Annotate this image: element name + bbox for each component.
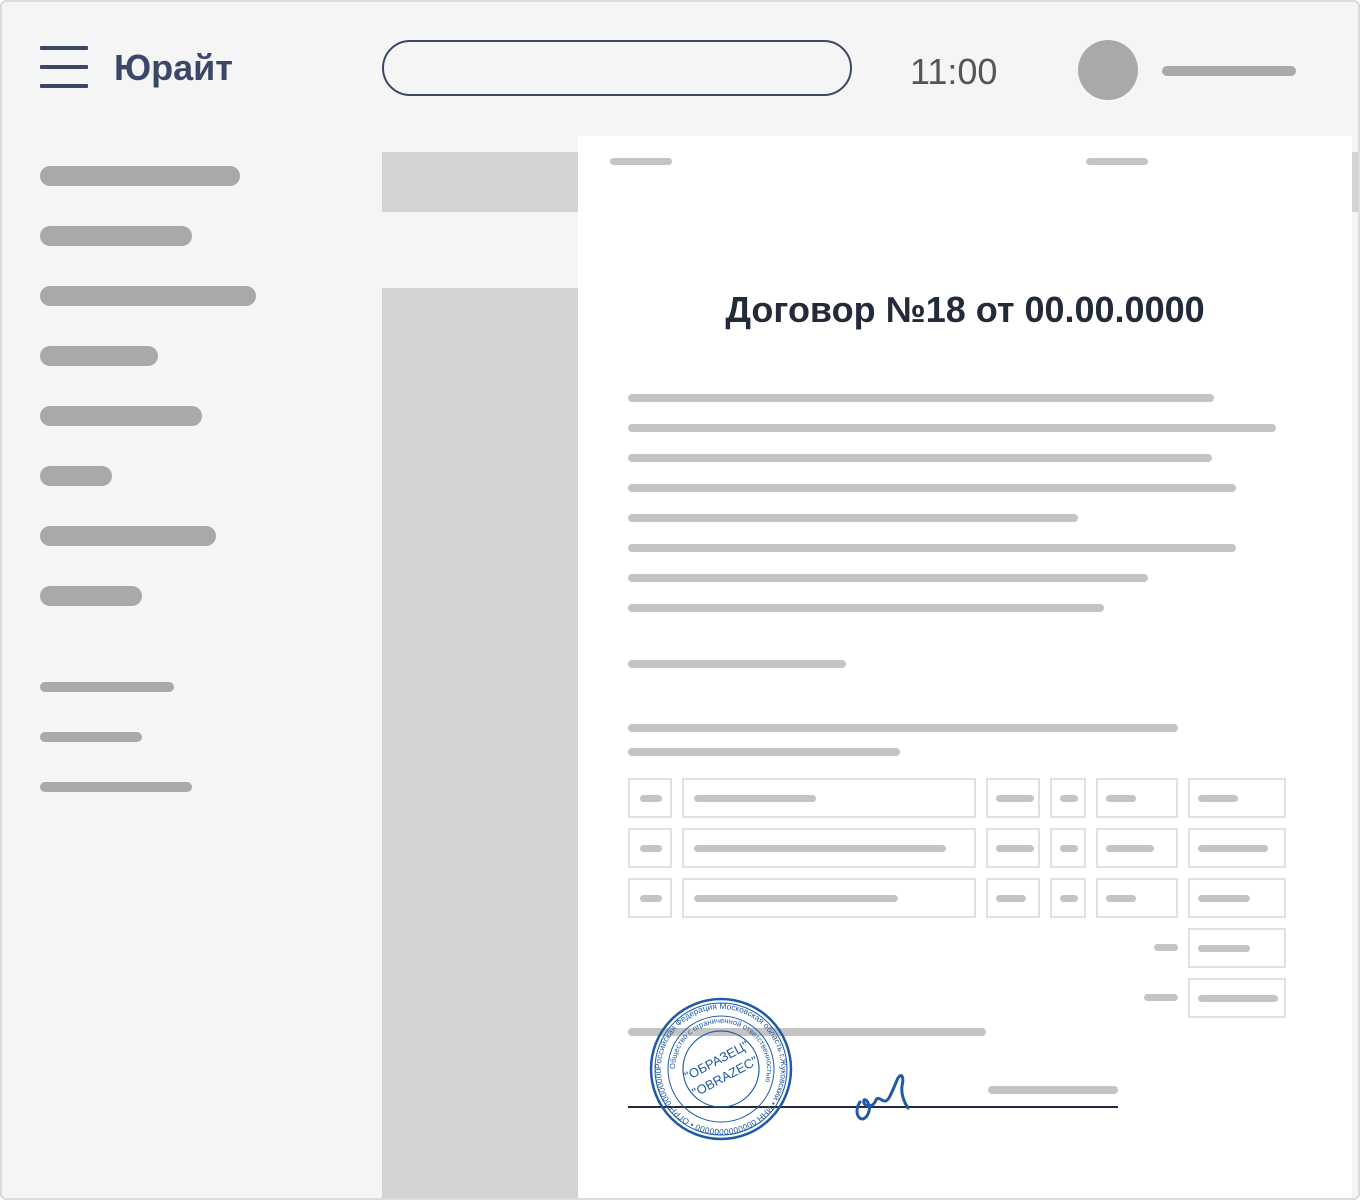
doc-header-left xyxy=(610,158,672,165)
sidebar-item[interactable] xyxy=(40,526,216,546)
text-line xyxy=(628,484,1236,492)
text-line xyxy=(628,574,1148,582)
app-logo[interactable]: Юрайт xyxy=(114,46,233,90)
sidebar-item[interactable] xyxy=(40,226,192,246)
text-line xyxy=(628,604,1104,612)
text-line xyxy=(628,454,1212,462)
table-cell xyxy=(986,828,1040,868)
table-cell xyxy=(1050,778,1086,818)
table-cell xyxy=(628,878,672,918)
table-cell xyxy=(1188,778,1286,818)
sidebar-item[interactable] xyxy=(40,406,202,426)
table-cell xyxy=(986,878,1040,918)
table-cell xyxy=(1188,828,1286,868)
table-cell xyxy=(628,828,672,868)
hamburger-icon[interactable] xyxy=(40,46,88,88)
sidebar-item[interactable] xyxy=(40,166,240,186)
sidebar-item[interactable] xyxy=(40,586,142,606)
stamp-icon: Российская Федерация Московская область … xyxy=(648,996,793,1141)
user-name-placeholder[interactable] xyxy=(1162,66,1296,76)
table-cell xyxy=(1096,828,1178,868)
sidebar-item[interactable] xyxy=(40,346,158,366)
doc-header-right xyxy=(1086,158,1148,165)
document-title: Договор №18 от 00.00.0000 xyxy=(725,289,1205,330)
table-cell xyxy=(1188,878,1286,918)
sidebar-item[interactable] xyxy=(40,466,112,486)
text-line xyxy=(628,748,900,756)
total-cell xyxy=(1188,928,1286,968)
document-page: Договор №18 от 00.00.0000 Российская Фед… xyxy=(578,136,1352,1198)
table-cell xyxy=(682,778,976,818)
text-line xyxy=(628,660,846,668)
text-line xyxy=(628,544,1236,552)
table-cell xyxy=(986,778,1040,818)
text-line xyxy=(628,514,1078,522)
avatar[interactable] xyxy=(1078,40,1138,100)
total-label xyxy=(1154,944,1178,951)
content-divider xyxy=(382,212,582,288)
table-cell xyxy=(628,778,672,818)
app-window: Юрайт 11:00 Договор №18 от 00.00.0000 Ро… xyxy=(0,0,1360,1200)
text-line xyxy=(628,424,1276,432)
table-cell xyxy=(1096,778,1178,818)
total-label xyxy=(1144,994,1178,1001)
clock: 11:00 xyxy=(910,51,998,92)
sidebar-link[interactable] xyxy=(40,682,174,692)
search-input[interactable] xyxy=(382,40,852,96)
sidebar-link[interactable] xyxy=(40,732,142,742)
table-cell xyxy=(1050,878,1086,918)
total-cell xyxy=(1188,978,1286,1018)
table-cell xyxy=(682,828,976,868)
table-cell xyxy=(1050,828,1086,868)
sidebar-item[interactable] xyxy=(40,286,256,306)
text-line xyxy=(628,394,1214,402)
table-cell xyxy=(682,878,976,918)
table-cell xyxy=(1096,878,1178,918)
signature-icon xyxy=(855,1074,910,1121)
sidebar-link[interactable] xyxy=(40,782,192,792)
content-panel xyxy=(382,288,582,1198)
signature-name xyxy=(988,1086,1118,1094)
text-line xyxy=(628,724,1178,732)
